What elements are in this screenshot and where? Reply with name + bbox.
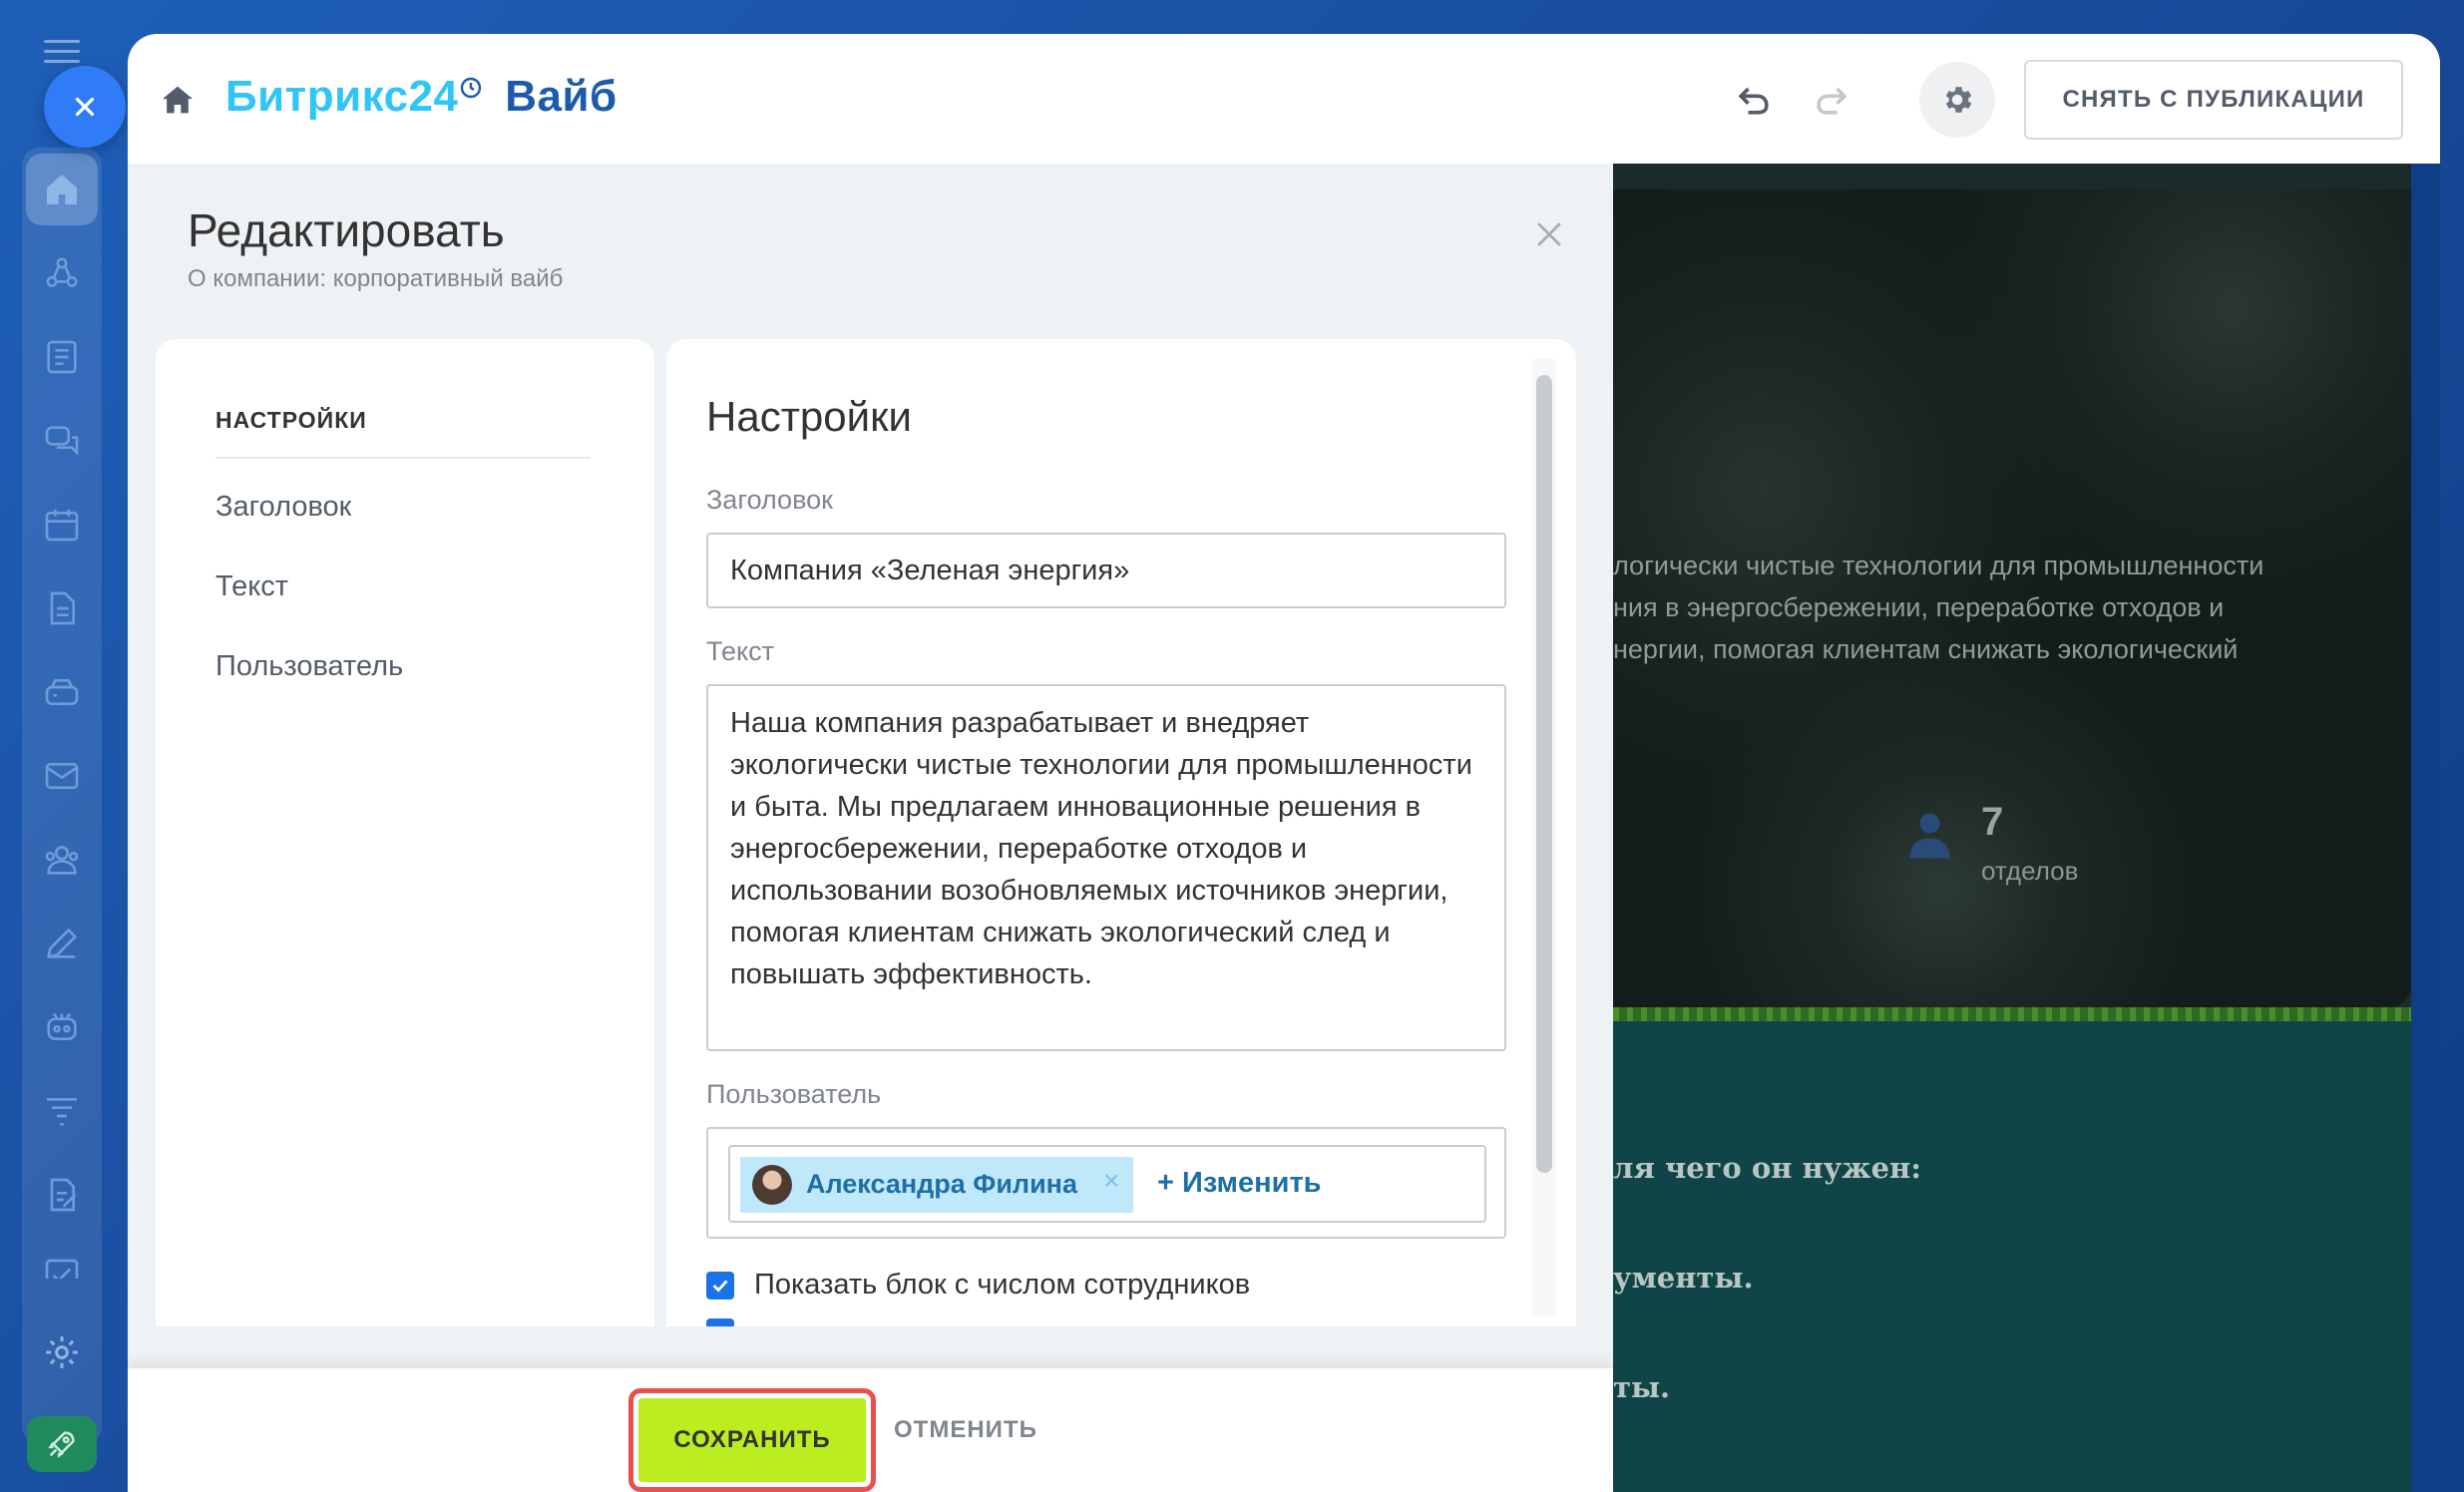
drive-icon[interactable]	[26, 656, 98, 728]
rocket-icon[interactable]	[27, 1416, 97, 1472]
menu-icon[interactable]	[44, 40, 80, 64]
heading-input[interactable]: Компания «Зеленая энергия»	[706, 533, 1506, 608]
user-chip[interactable]: Александра Филина ×	[740, 1157, 1133, 1213]
clock-icon	[460, 77, 481, 99]
preview-hero-block: логически чистые технологии для промышле…	[1613, 189, 2411, 1007]
sites-editor-icon[interactable]	[26, 908, 98, 979]
settings-gear-icon[interactable]	[26, 1316, 98, 1388]
unpublish-button[interactable]: СНЯТЬ С ПУБЛИКАЦИИ	[2024, 60, 2403, 140]
home-icon[interactable]	[26, 154, 98, 225]
settings-menu-heading[interactable]: НАСТРОЙКИ	[215, 407, 367, 434]
settings-form: Настройки Заголовок Компания «Зеленая эн…	[666, 339, 1576, 1326]
preview-bottom-line: ля чего он нужен:	[1613, 1151, 1921, 1185]
editor-title: Редактировать	[188, 204, 505, 256]
close-icon[interactable]	[1534, 219, 1564, 249]
preview-text-line: логически чистые технологии для промышле…	[1613, 551, 2264, 580]
chat-icon[interactable]	[26, 405, 98, 477]
editor-subtitle: О компании: корпоративный вайб	[188, 265, 564, 292]
redo-icon[interactable]	[1810, 78, 1853, 122]
department-icon	[1909, 813, 1950, 859]
documents-icon[interactable]	[26, 572, 98, 644]
next-option-checkbox[interactable]	[706, 1318, 734, 1326]
departments-label: отделов	[1981, 856, 2079, 886]
change-user-link[interactable]: + Изменить	[1157, 1167, 1321, 1200]
remove-user-icon[interactable]: ×	[1103, 1165, 1119, 1197]
user-field-label: Пользователь	[706, 1079, 882, 1109]
user-selector-input[interactable]: Александра Филина × + Изменить	[728, 1145, 1486, 1223]
menu-item-text[interactable]: Текст	[215, 570, 288, 603]
text-textarea[interactable]: Наша компания разрабатывает и внедряет э…	[706, 684, 1506, 1051]
forms-icon[interactable]	[26, 1159, 98, 1231]
preview-info-block: ля чего он нужен: ументы. ты.	[1613, 1021, 2411, 1492]
settings-menu: НАСТРОЙКИ Заголовок Текст Пользователь	[156, 339, 654, 1326]
calendar-icon[interactable]	[26, 489, 98, 560]
workflow-icon[interactable]	[26, 237, 98, 309]
cancel-button[interactable]: ОТМЕНИТЬ	[894, 1416, 1037, 1444]
departments-count: 7	[1981, 800, 2004, 844]
mail-icon[interactable]	[26, 740, 98, 812]
check-icon	[712, 1279, 728, 1293]
show-employees-checkbox[interactable]	[706, 1271, 734, 1300]
app-logo: Битрикс24 Вайб	[225, 72, 617, 121]
avatar	[752, 1165, 792, 1205]
divider	[215, 457, 591, 459]
action-bar: СОХРАНИТЬ ОТМЕНИТЬ	[128, 1368, 1613, 1492]
text-field-label: Текст	[706, 636, 774, 666]
vibe-editor-window: Битрикс24 Вайб СНЯТЬ С ПУБЛИКАЦИИ логиче…	[128, 34, 2440, 1492]
preview-divider-image	[1613, 1007, 2411, 1021]
menu-item-heading[interactable]: Заголовок	[215, 491, 351, 524]
heading-field-label: Заголовок	[706, 485, 833, 515]
top-toolbar: Битрикс24 Вайб СНЯТЬ С ПУБЛИКАЦИИ	[128, 34, 2440, 164]
close-icon	[75, 97, 95, 117]
preview-bottom-line: ты.	[1613, 1370, 1671, 1404]
funnel-icon[interactable]	[26, 1075, 98, 1147]
preview-edge	[2411, 164, 2440, 1492]
close-slider-button[interactable]	[44, 66, 126, 148]
home-icon[interactable]	[158, 80, 198, 120]
user-selector: Александра Филина × + Изменить	[706, 1127, 1506, 1239]
preview-text-line: ния в энергосбережении, переработке отхо…	[1613, 592, 2225, 622]
preview-text-line: нергии, помогая клиентам снижать экологи…	[1613, 634, 2239, 664]
show-employees-option[interactable]: Показать блок с числом сотрудников	[706, 1269, 1250, 1302]
user-chip-name: Александра Филина	[806, 1169, 1078, 1199]
undo-icon[interactable]	[1732, 78, 1776, 122]
analytics-icon[interactable]	[26, 1243, 98, 1279]
robot-icon[interactable]	[26, 991, 98, 1063]
preview-description: логически чистые технологии для промышле…	[1613, 545, 2391, 670]
menu-item-user[interactable]: Пользователь	[215, 650, 403, 683]
settings-button[interactable]	[1919, 62, 1995, 138]
page-preview: логически чистые технологии для промышле…	[1613, 164, 2440, 1492]
show-employees-label: Показать блок с числом сотрудников	[754, 1269, 1251, 1301]
preview-bottom-line: ументы.	[1613, 1261, 1754, 1295]
gear-icon	[1945, 87, 1972, 113]
vertical-scrollbar[interactable]	[1536, 375, 1552, 1173]
settings-form-title: Настройки	[706, 393, 912, 440]
news-feed-icon[interactable]	[26, 321, 98, 393]
employees-icon[interactable]	[26, 824, 98, 896]
save-button[interactable]: СОХРАНИТЬ	[638, 1398, 866, 1482]
